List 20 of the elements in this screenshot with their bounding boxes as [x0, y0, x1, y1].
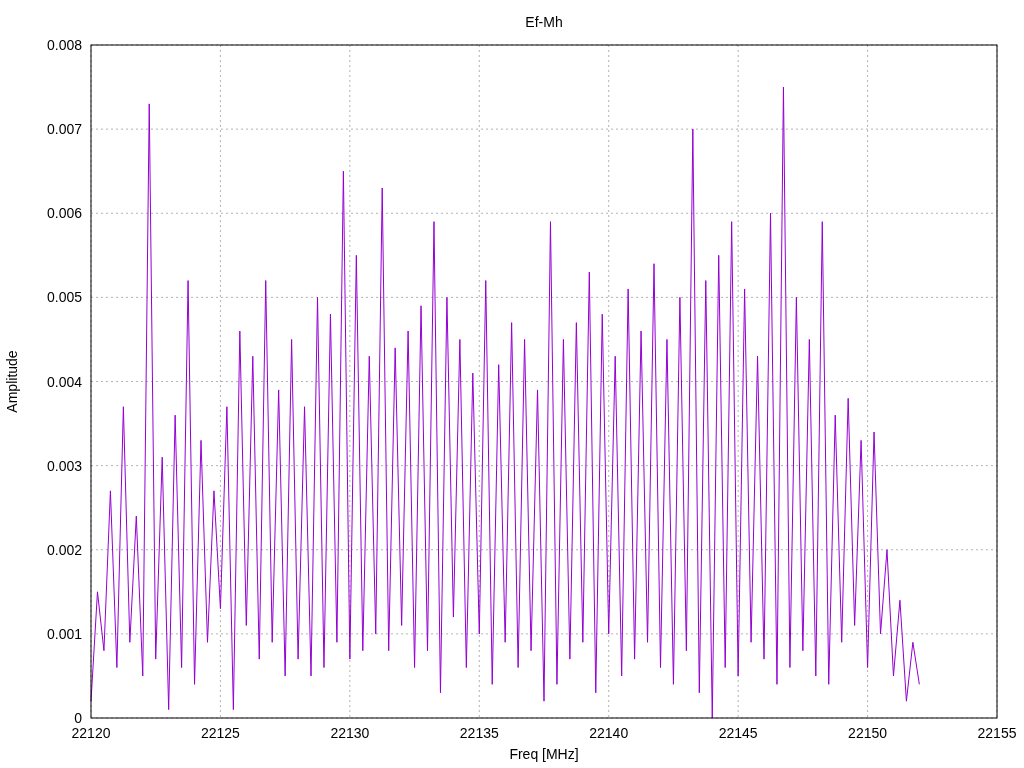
y-tick-label: 0.008: [46, 37, 82, 53]
y-tick-label: 0.005: [46, 289, 82, 306]
x-axis-label: Freq [MHz]: [509, 746, 579, 762]
x-tick-label: 22130: [330, 725, 370, 741]
y-tick-label: 0.006: [46, 205, 82, 222]
y-tick-label: 0.002: [46, 541, 82, 558]
x-tick-label: 22155: [977, 725, 1017, 741]
x-tick-label: 22145: [718, 725, 758, 741]
x-tick-label: 22150: [848, 725, 888, 741]
y-tick-label: 0.001: [46, 625, 82, 642]
y-tick-label: 0.003: [46, 457, 82, 474]
y-tick-label: 0: [74, 710, 82, 726]
x-tick-label: 22135: [459, 725, 499, 741]
x-tick-label: 22125: [200, 725, 240, 741]
y-tick-label: 0.007: [46, 121, 82, 138]
x-tick-label: 22140: [589, 725, 629, 741]
y-tick-label: 0.004: [46, 373, 82, 390]
chart-title: Ef-Mh: [525, 14, 563, 30]
y-axis-label: Amplitude: [4, 350, 20, 413]
x-tick-label: 22120: [71, 725, 111, 741]
